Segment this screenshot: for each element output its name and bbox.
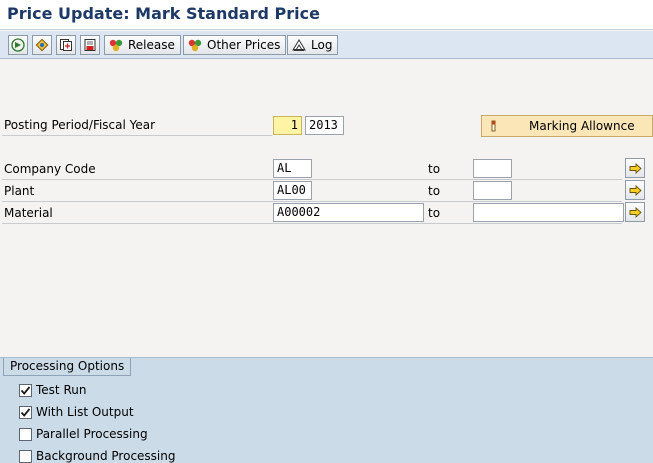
log-label: Log: [311, 38, 333, 52]
company-code-multiple-selection-button[interactable]: [625, 158, 645, 178]
material-label: Material: [4, 206, 53, 220]
log-icon: [292, 39, 306, 51]
arrow-right-icon: [629, 184, 642, 196]
get-variant-button[interactable]: [56, 35, 76, 55]
execute-button[interactable]: [8, 35, 28, 55]
plant-label: Plant: [4, 184, 35, 198]
test-run-option[interactable]: Test Run: [19, 383, 86, 397]
marking-allowance-icon: [491, 120, 496, 132]
parallel-processing-label: Parallel Processing: [36, 427, 148, 441]
company-code-to-label: to: [428, 162, 441, 176]
material-from-field[interactable]: A00002: [273, 203, 424, 222]
plant-to-label: to: [428, 184, 441, 198]
parallel-processing-checkbox[interactable]: [19, 427, 32, 441]
background-processing-option[interactable]: Background Processing: [19, 449, 175, 463]
background-processing-label: Background Processing: [36, 449, 176, 463]
with-list-output-option[interactable]: With List Output: [19, 405, 134, 419]
posting-period-field[interactable]: 1: [273, 116, 302, 135]
variant-icon: [35, 38, 49, 52]
marking-allowance-label: Marking Allownce: [529, 119, 635, 133]
save-variant-icon: [84, 39, 96, 51]
checkmark-icon: [20, 407, 31, 417]
test-run-label: Test Run: [36, 383, 87, 397]
processing-options-title: Processing Options: [3, 358, 132, 376]
background-processing-checkbox[interactable]: [19, 449, 32, 463]
parallel-processing-option[interactable]: Parallel Processing: [19, 427, 148, 441]
variant-button[interactable]: [32, 35, 52, 55]
release-icon: [109, 39, 123, 52]
save-variant-button[interactable]: [80, 35, 100, 55]
with-list-output-label: With List Output: [36, 405, 134, 419]
company-code-from-field[interactable]: AL: [273, 159, 312, 178]
application-toolbar: Release Other Prices Log: [0, 31, 653, 59]
release-button[interactable]: Release: [104, 35, 181, 55]
company-code-to-field[interactable]: [473, 159, 512, 178]
title-bar: Price Update: Mark Standard Price: [0, 0, 653, 30]
page-title: Price Update: Mark Standard Price: [7, 4, 320, 23]
other-prices-button[interactable]: Other Prices: [183, 35, 287, 55]
processing-options-panel: Processing Options Test Run With List Ou…: [0, 357, 653, 463]
other-prices-icon: [188, 39, 202, 52]
plant-multiple-selection-button[interactable]: [625, 180, 645, 200]
arrow-right-icon: [629, 162, 642, 174]
checkmark-icon: [20, 385, 31, 395]
plant-to-field[interactable]: [473, 181, 512, 200]
log-button[interactable]: Log: [287, 35, 339, 55]
company-code-row-line: [2, 179, 622, 180]
posting-period-underline: [2, 135, 272, 136]
with-list-output-checkbox[interactable]: [19, 405, 32, 419]
execute-icon: [11, 38, 25, 52]
material-multiple-selection-button[interactable]: [625, 202, 645, 222]
fiscal-year-field[interactable]: 2013: [305, 116, 344, 135]
company-code-label: Company Code: [4, 162, 96, 176]
test-run-checkbox[interactable]: [19, 383, 32, 397]
arrow-right-icon: [629, 206, 642, 218]
material-row-line: [2, 223, 622, 224]
posting-period-label: Posting Period/Fiscal Year: [4, 118, 156, 132]
material-to-label: to: [428, 206, 441, 220]
other-prices-label: Other Prices: [207, 38, 281, 52]
marking-allowance-button[interactable]: Marking Allownce: [481, 115, 653, 137]
release-label: Release: [128, 38, 175, 52]
material-to-field[interactable]: [473, 203, 624, 222]
plant-row-line: [2, 201, 622, 202]
get-variant-icon: [60, 39, 72, 51]
plant-from-field[interactable]: AL00: [273, 181, 312, 200]
